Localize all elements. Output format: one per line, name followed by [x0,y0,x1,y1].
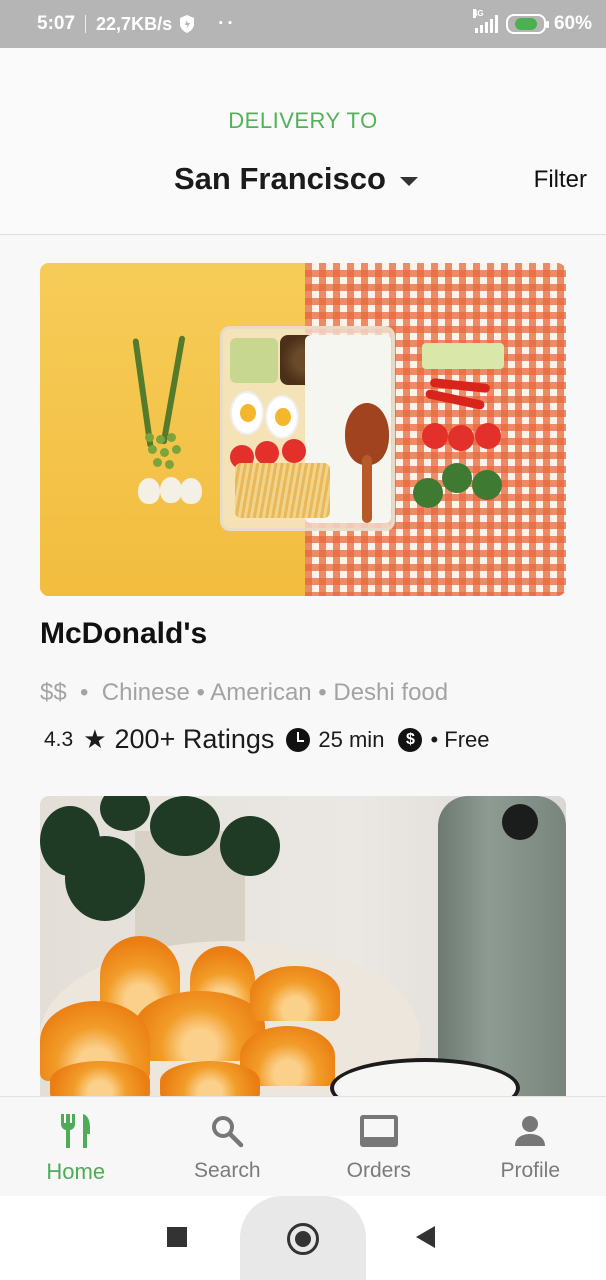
delivery-fee: • Free [430,726,490,752]
nav-label: Home [46,1159,106,1184]
status-divider [85,15,87,33]
restaurant-cuisines: $$ • Chinese • American • Deshi food [40,679,448,707]
battery-level: 60% [553,13,592,34]
clock-icon [286,727,311,752]
battery-icon [505,14,549,34]
status-time: 5:07 [37,13,76,34]
nav-profile[interactable]: Profile [455,1097,606,1196]
restaurant-icon [56,1111,96,1151]
rating-value: 4.3 [44,727,74,751]
shield-icon [180,15,195,33]
status-speed: 22,7KB/s [96,13,173,34]
status-right: 4G 60% [472,9,592,35]
system-navigation-bar [0,1196,606,1280]
star-icon: ★ [83,724,107,754]
nav-search[interactable]: Search [152,1097,304,1196]
restaurant-image[interactable] [40,263,566,596]
restaurant-feed[interactable]: McDonald's $$ • Chinese • American • Des… [0,236,606,1096]
restaurant-image-2[interactable] [40,796,566,1096]
home-icon[interactable] [287,1223,319,1255]
nav-orders[interactable]: Orders [303,1097,455,1196]
nav-label: Search [193,1159,261,1182]
signal-icon: 4G [472,9,498,33]
filter-button[interactable]: Filter [534,166,587,194]
orders-icon [359,1111,399,1151]
dollar-icon: $ [398,727,423,752]
status-left: 5:07 22,7KB/s ·· [37,13,237,35]
person-icon [510,1111,550,1151]
status-dots: ·· [218,13,237,34]
nav-label: Orders [346,1159,411,1182]
location-name: San Francisco [174,161,386,196]
restaurant-meta: 4.3 ★ 200+ Ratings 25 min $ • Free [44,724,490,755]
status-bar: 5:07 22,7KB/s ·· 4G 60% [0,0,606,48]
delivery-to-label: DELIVERY TO [228,108,378,133]
location-selector[interactable]: San Francisco [174,161,418,197]
restaurant-name[interactable]: McDonald's [40,617,207,651]
price-level: $$ [40,679,67,706]
search-icon [207,1111,247,1151]
ratings-count: 200+ Ratings [114,724,275,754]
back-icon[interactable] [416,1226,435,1248]
cuisine-list: Chinese • American • Deshi food [101,679,449,706]
delivery-time: 25 min [318,726,385,752]
bottom-navigation: Home Search Orders Profile [0,1096,606,1196]
recents-icon[interactable] [167,1227,187,1247]
chevron-down-icon [399,176,418,186]
nav-label: Profile [500,1159,561,1182]
nav-home[interactable]: Home [0,1097,152,1196]
app-header: DELIVERY TO San Francisco Filter [0,48,606,235]
network-type: 4G [472,9,484,18]
cuisine-separator: • [73,679,96,706]
